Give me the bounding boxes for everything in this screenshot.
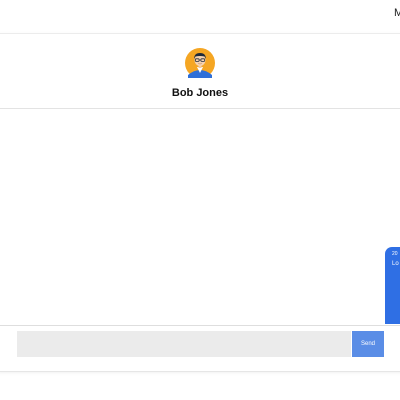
message-list[interactable]: 20 Lo co gu an he pu <box>0 109 400 324</box>
message-text: Lo co gu an he pu <box>392 261 400 267</box>
send-button[interactable]: Send <box>352 331 384 357</box>
message-input[interactable] <box>17 331 351 357</box>
top-navigation: M <box>0 0 400 32</box>
message-bubble: 20 Lo co gu an he pu <box>385 247 400 324</box>
contact-name: Bob Jones <box>171 87 229 99</box>
message-timestamp: 20 <box>392 251 398 257</box>
chat-header: Bob Jones <box>0 34 400 109</box>
user-avatar-icon <box>185 48 215 78</box>
chat-page: M Bob Jones 20 Lo co gu an he pu <box>0 0 400 400</box>
nav-menu-item[interactable]: M <box>394 7 400 19</box>
message-composer: Send <box>0 325 400 371</box>
chat-window: Bob Jones 20 Lo co gu an he pu Send <box>0 33 400 372</box>
